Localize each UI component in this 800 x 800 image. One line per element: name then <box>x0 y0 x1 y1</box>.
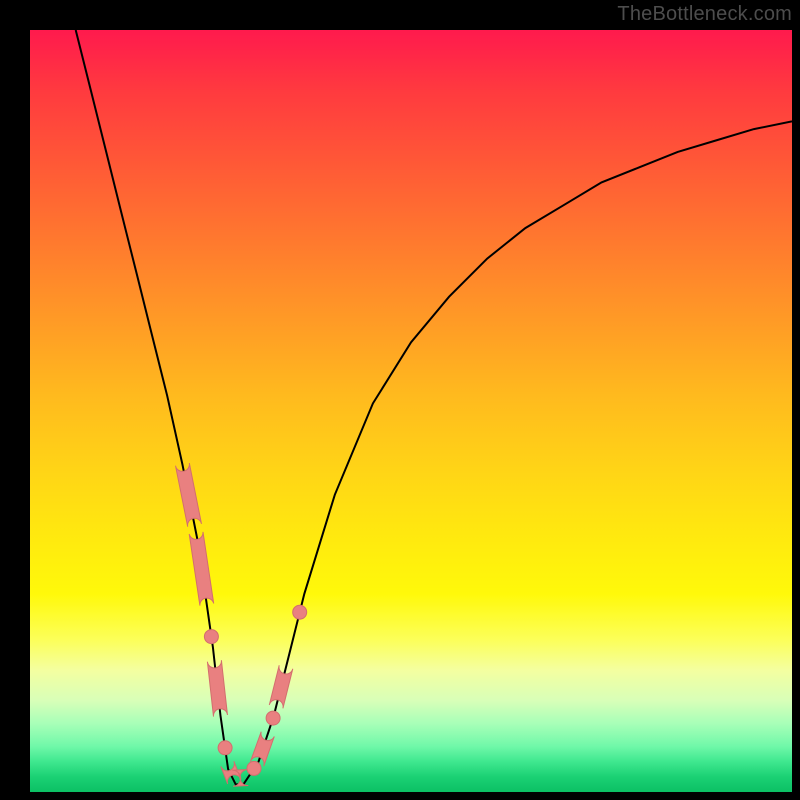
data-markers <box>176 463 307 786</box>
watermark-text: TheBottleneck.com <box>617 3 792 26</box>
data-point-pill <box>207 660 227 716</box>
data-point <box>204 630 218 644</box>
data-point-pill <box>176 463 202 527</box>
bottleneck-curve <box>76 30 792 784</box>
chart-overlay <box>30 30 792 792</box>
data-point <box>247 761 261 775</box>
data-point-pill <box>269 665 293 708</box>
data-point <box>218 741 232 755</box>
data-point <box>266 711 280 725</box>
chart-frame: TheBottleneck.com <box>0 0 800 800</box>
data-point <box>293 605 307 619</box>
data-point-pill <box>189 532 214 606</box>
plot-area <box>30 30 792 792</box>
